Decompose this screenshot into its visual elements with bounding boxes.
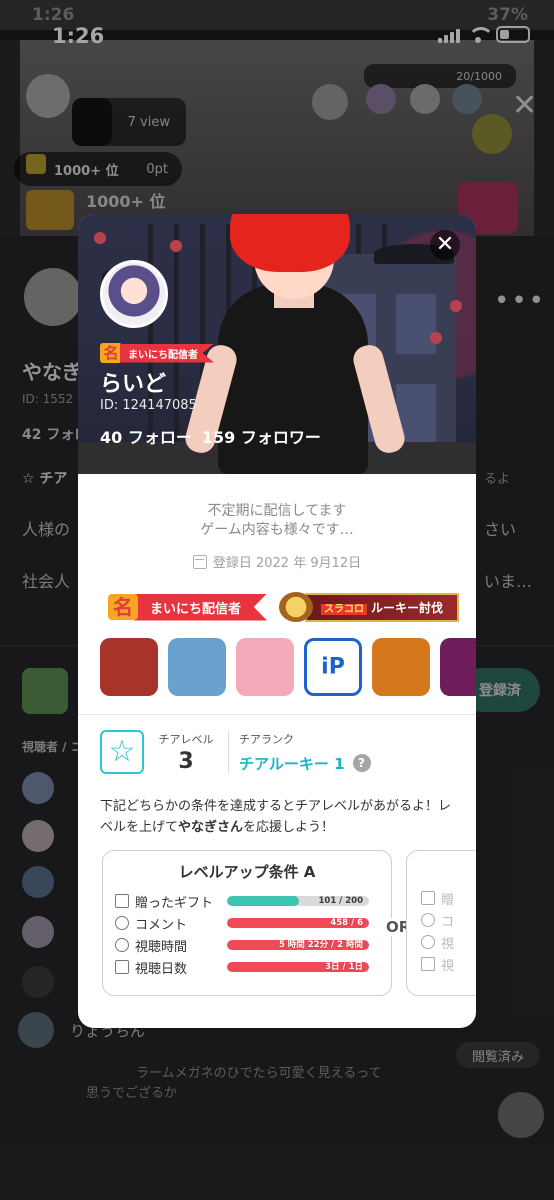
- rose-decoration: [430, 332, 442, 344]
- info-text-post: を応援しよう！: [243, 820, 335, 835]
- rookie-badge-label: スラコロ ルーキー討伐: [305, 592, 460, 622]
- daily-streamer-badge-small: 名 まいにち配信者: [100, 343, 214, 363]
- condition-progress-bar: 3日 / 1日: [227, 962, 369, 972]
- condition-b-row: 視: [421, 953, 476, 975]
- info-user-name: やなぎさん: [178, 820, 244, 835]
- level-up-info: 下記どちらかの条件を達成するとチアレベルがあがるよ！レベルを上げてやなぎさんを応…: [100, 796, 456, 838]
- clock-icon: [421, 935, 435, 949]
- condition-a-title: レベルアップ条件 A: [178, 863, 316, 881]
- condition-label: 視: [441, 936, 455, 952]
- condition-progress-fill: [227, 896, 299, 906]
- favorite-apps: iP: [100, 638, 476, 696]
- daily-badge-mark: 名: [100, 343, 122, 363]
- daily-badge-label: まいにち配信者: [134, 593, 268, 621]
- gift-icon: [421, 891, 435, 905]
- cheer-level-value: 3: [178, 748, 194, 774]
- cheer-level-label: チアレベル: [158, 732, 214, 746]
- clock-icon: [115, 938, 129, 952]
- profile-id: ID: 124147085: [100, 398, 197, 413]
- daily-badge-label: まいにち配信者: [120, 343, 214, 363]
- condition-value: 101 / 200: [318, 896, 363, 906]
- profile-bio: 不定期に配信してます ゲーム内容も様々です…: [78, 502, 476, 540]
- condition-b-row: 贈: [421, 887, 476, 909]
- help-icon[interactable]: ?: [352, 754, 371, 772]
- cheer-rank-value: チアルーキー 1: [239, 754, 345, 773]
- condition-label: 視聴時間: [135, 939, 188, 955]
- rookie-emblem-icon: [279, 592, 314, 622]
- condition-value: 5 時間 22分 / 2 時間: [278, 940, 363, 950]
- cheer-star-icon: ☆: [100, 730, 144, 774]
- condition-value: 3日 / 1日: [325, 962, 363, 972]
- bio-line-2: ゲーム内容も様々です…: [200, 522, 354, 538]
- close-modal-button[interactable]: ✕: [430, 230, 460, 260]
- level-up-condition-b[interactable]: 贈コ視視: [406, 850, 476, 996]
- registration-date: 登録日 2022 年 9月12日: [78, 552, 476, 571]
- game-app-3-icon[interactable]: [236, 638, 294, 696]
- rookie-badge-tag: スラコロ: [321, 603, 368, 615]
- condition-b-list: 贈コ視視: [421, 887, 476, 975]
- registration-date-text: 登録日 2022 年 9月12日: [212, 556, 362, 571]
- profile-hero: ✕ 名 まいにち配信者 らいど ID: 124147085 40 フォロー 15…: [78, 214, 476, 474]
- ibispaint-app-icon[interactable]: iP: [304, 638, 362, 696]
- profile-modal: ✕ 名 まいにち配信者 らいど ID: 124147085 40 フォロー 15…: [78, 214, 476, 1028]
- achievement-badges: 名 まいにち配信者 スラコロ ルーキー討伐: [108, 592, 460, 622]
- following-count[interactable]: 40 フォロー: [100, 424, 192, 448]
- cheer-rank: チアランク チアルーキー 1 ?: [239, 731, 371, 774]
- follow-stats: 40 フォロー 159 フォロワー: [100, 424, 321, 448]
- cheer-divider: [228, 730, 229, 774]
- gift-icon: [115, 894, 129, 908]
- followers-count[interactable]: 159 フォロワー: [202, 424, 321, 448]
- game-app-1-icon[interactable]: [100, 638, 158, 696]
- profile-avatar[interactable]: [100, 260, 168, 328]
- condition-label: 視: [441, 958, 455, 974]
- condition-progress-bar: 458 / 6: [227, 918, 369, 928]
- rookie-hunt-badge[interactable]: スラコロ ルーキー討伐: [279, 592, 460, 622]
- close-icon: ✕: [435, 232, 455, 257]
- condition-a-row: 贈ったギフト 101 / 200: [115, 890, 391, 912]
- condition-a-row: コメント 458 / 6: [115, 912, 391, 934]
- condition-label: コ: [441, 914, 455, 930]
- cheer-status: ☆ チアレベル 3 チアランク チアルーキー 1 ?: [100, 730, 371, 774]
- condition-value: 458 / 6: [330, 918, 363, 928]
- cal-icon: [115, 960, 129, 974]
- cal-icon: [421, 957, 435, 971]
- cheer-rank-label: チアランク: [239, 732, 294, 746]
- condition-b-row: 視: [421, 931, 476, 953]
- condition-label: コメント: [135, 917, 188, 933]
- comment-icon: [421, 913, 435, 927]
- cheer-level: チアレベル 3: [154, 731, 218, 774]
- condition-label: 視聴日数: [135, 961, 188, 977]
- comment-icon: [115, 916, 129, 930]
- rose-decoration: [170, 240, 182, 252]
- condition-a-row: 視聴日数 3日 / 1日: [115, 956, 391, 978]
- condition-a-list: 贈ったギフト 101 / 200 コメント 458 / 6 視聴時間 5 時間 22分 /…: [115, 890, 391, 978]
- condition-b-row: コ: [421, 909, 476, 931]
- section-divider: [78, 714, 476, 715]
- condition-label: 贈: [441, 892, 455, 908]
- calendar-icon: [192, 554, 207, 569]
- bio-line-1: 不定期に配信してます: [207, 503, 347, 519]
- condition-progress-bar: 101 / 200: [227, 896, 369, 906]
- condition-progress-bar: 5 時間 22分 / 2 時間: [227, 940, 369, 950]
- condition-a-row: 視聴時間 5 時間 22分 / 2 時間: [115, 934, 391, 956]
- rose-decoration: [94, 232, 106, 244]
- profile-name: らいど: [100, 372, 167, 397]
- rose-decoration: [450, 300, 462, 312]
- level-up-condition-a: レベルアップ条件 A 贈ったギフト 101 / 200 コメント 458 / 6 視聴時…: [102, 850, 392, 996]
- app-icon-label: iP: [321, 654, 345, 680]
- game-app-5-icon[interactable]: [372, 638, 430, 696]
- daily-streamer-badge[interactable]: 名 まいにち配信者: [108, 593, 268, 621]
- daily-badge-mark: 名: [108, 594, 138, 620]
- rookie-badge-text: ルーキー討伐: [371, 600, 444, 615]
- game-app-6-icon[interactable]: [440, 638, 476, 696]
- condition-label: 贈ったギフト: [135, 895, 214, 911]
- game-app-2-icon[interactable]: [168, 638, 226, 696]
- avatar-character-hair: [230, 214, 350, 272]
